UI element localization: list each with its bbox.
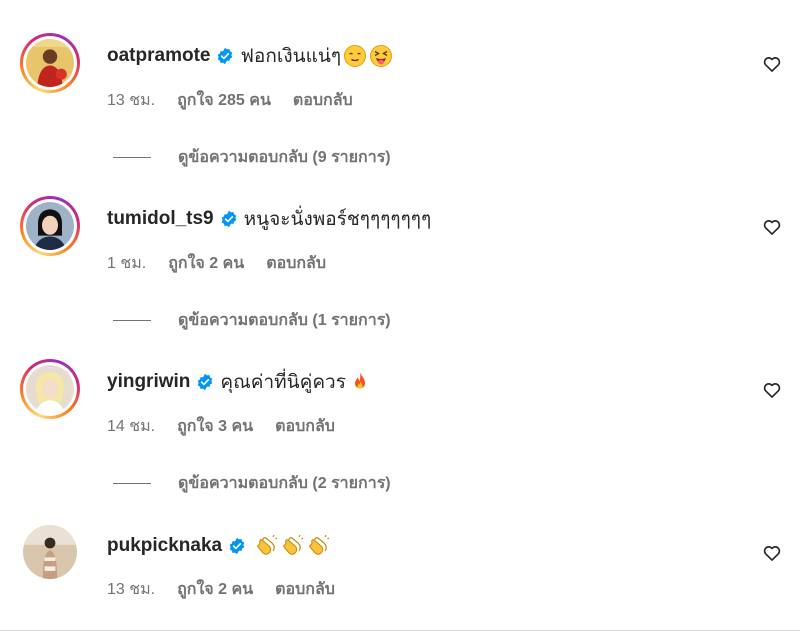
comment-time[interactable]: 13 ชม. <box>107 577 155 602</box>
reply-button[interactable]: ตอบกลับ <box>275 577 335 602</box>
avatar[interactable] <box>20 359 80 419</box>
verified-badge-icon <box>196 373 214 391</box>
username[interactable]: pukpicknaka <box>107 535 222 557</box>
comment-text: หนูจะนั่งพอร์ชๆๆๆๆๆๆๆ <box>243 209 432 230</box>
comment-time[interactable]: 14 ชม. <box>107 414 155 439</box>
avatar[interactable] <box>20 522 80 582</box>
avatar-image <box>26 39 74 87</box>
like-count[interactable]: ถูกใจ 2 คน <box>168 251 244 276</box>
clapping-hands-icon <box>254 534 278 558</box>
verified-badge-icon <box>228 537 246 555</box>
verified-badge-icon <box>220 210 238 228</box>
relieved-face-icon <box>343 44 367 68</box>
comment-time[interactable]: 1 ชม. <box>107 251 146 276</box>
divider <box>113 320 151 321</box>
view-replies-label: ดูข้อความตอบกลับ (9 รายการ) <box>178 149 391 166</box>
reply-button[interactable]: ตอบกลับ <box>275 414 335 439</box>
comment-time[interactable]: 13 ชม. <box>107 88 155 113</box>
view-replies-button[interactable]: ดูข้อความตอบกลับ (2 รายการ) <box>113 471 391 496</box>
avatar[interactable] <box>20 196 80 256</box>
clapping-hands-icon <box>306 534 330 558</box>
avatar-image <box>23 525 77 579</box>
username[interactable]: tumidol_ts9 <box>107 208 214 230</box>
squinting-tongue-face-icon <box>369 44 393 68</box>
avatar-image <box>26 365 74 413</box>
view-replies-button[interactable]: ดูข้อความตอบกลับ (1 รายการ) <box>113 308 391 333</box>
reply-button[interactable]: ตอบกลับ <box>293 88 353 113</box>
divider <box>113 157 151 158</box>
like-heart-icon[interactable] <box>762 54 782 74</box>
like-heart-icon[interactable] <box>762 543 782 563</box>
avatar-image <box>26 202 74 250</box>
reply-button[interactable]: ตอบกลับ <box>266 251 326 276</box>
username[interactable]: yingriwin <box>107 371 190 393</box>
divider <box>0 630 800 631</box>
avatar[interactable] <box>20 33 80 93</box>
view-replies-button[interactable]: ดูข้อความตอบกลับ (9 รายการ) <box>113 145 391 170</box>
clapping-hands-icon <box>280 534 304 558</box>
verified-badge-icon <box>216 47 234 65</box>
divider <box>113 483 151 484</box>
like-heart-icon[interactable] <box>762 380 782 400</box>
comment-text: คุณค่าที่นิคู่ควร <box>220 372 346 393</box>
view-replies-label: ดูข้อความตอบกลับ (2 รายการ) <box>178 475 391 492</box>
view-replies-label: ดูข้อความตอบกลับ (1 รายการ) <box>178 312 391 329</box>
like-heart-icon[interactable] <box>762 217 782 237</box>
username[interactable]: oatpramote <box>107 45 210 67</box>
like-count[interactable]: ถูกใจ 3 คน <box>177 414 253 439</box>
comment-text: ฟอกเงินแน่ๆ <box>240 46 342 67</box>
fire-icon <box>348 370 372 394</box>
like-count[interactable]: ถูกใจ 285 คน <box>177 88 271 113</box>
like-count[interactable]: ถูกใจ 2 คน <box>177 577 253 602</box>
